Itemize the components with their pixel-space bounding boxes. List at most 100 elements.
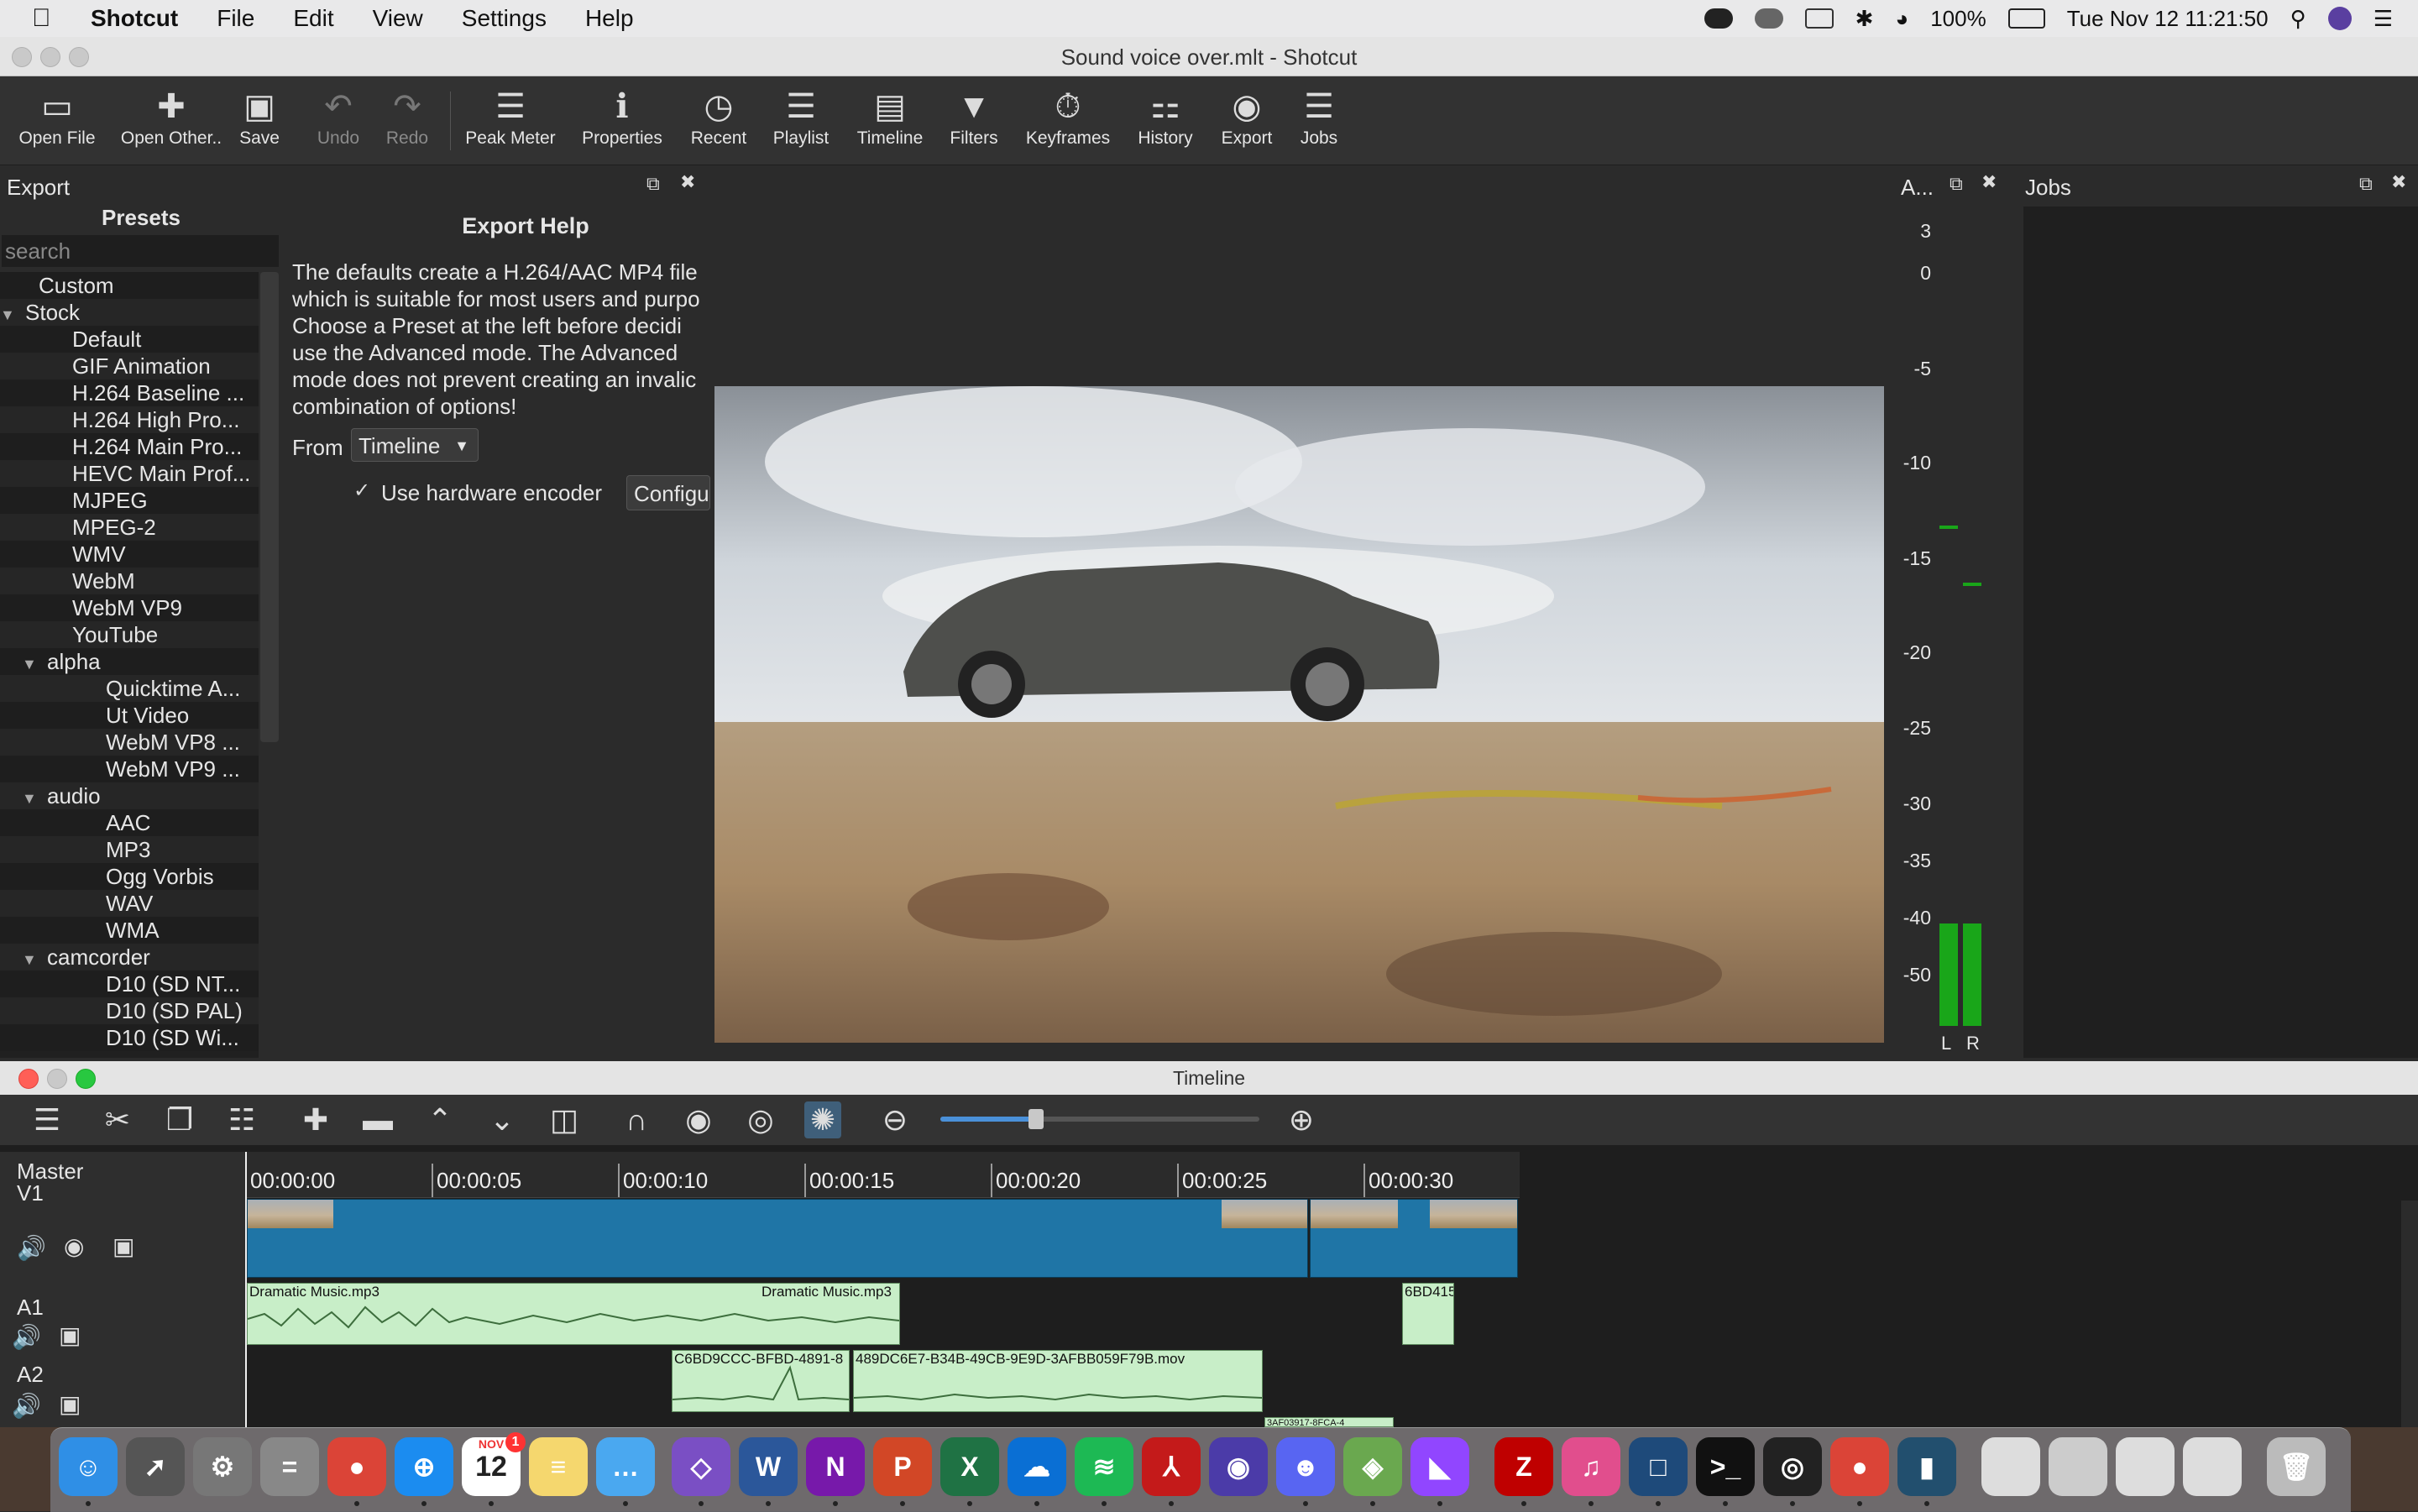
powerpoint-icon[interactable]: P xyxy=(873,1437,932,1496)
wifi-icon[interactable]: ◕ xyxy=(1895,6,1908,32)
menu-edit[interactable]: Edit xyxy=(293,5,333,32)
visual-studio-icon[interactable]: ◇ xyxy=(672,1437,730,1496)
lock-icon[interactable]: ▣ xyxy=(113,1232,134,1260)
video-preview[interactable] xyxy=(714,386,1884,1043)
menu-view[interactable]: View xyxy=(373,5,423,32)
audio-clip[interactable]: 6BD415 xyxy=(1402,1283,1454,1345)
paste-icon[interactable]: ☷ xyxy=(223,1101,260,1138)
terminal-icon[interactable]: >_ xyxy=(1696,1437,1755,1496)
excel-icon[interactable]: X xyxy=(940,1437,999,1496)
redo-button[interactable]: ↷ Redo xyxy=(379,85,435,149)
export-button[interactable]: ◉ Export xyxy=(1216,85,1278,149)
bluestacks-icon[interactable]: ◈ xyxy=(1343,1437,1402,1496)
safari-icon[interactable]: ⊕ xyxy=(395,1437,453,1496)
menu-settings[interactable]: Settings xyxy=(462,5,547,32)
apple-icon[interactable]:  xyxy=(32,4,65,33)
timeline-scrollbar[interactable] xyxy=(2401,1201,2418,1427)
preset-tree-item[interactable]: H.264 High Pro... xyxy=(0,406,259,433)
lock-icon[interactable]: ▣ xyxy=(59,1321,81,1349)
preset-tree-item[interactable]: ▼ alpha xyxy=(0,648,259,675)
preset-tree-item[interactable]: WMV xyxy=(0,541,259,568)
expand-arrow-icon[interactable]: ▼ xyxy=(22,785,37,809)
cloud-icon[interactable] xyxy=(1754,8,1783,29)
recent-button[interactable]: ◷ Recent xyxy=(685,85,752,149)
preset-tree-item[interactable]: HEVC Main Prof... xyxy=(0,460,259,487)
properties-button[interactable]: ℹ Properties xyxy=(578,85,667,149)
spotlight-search-icon[interactable]: ⚲ xyxy=(2290,6,2306,32)
audio-clip-dramatic-music[interactable]: Dramatic Music.mp3 Dramatic Music.mp3 xyxy=(247,1283,900,1345)
audio-clip[interactable]: 489DC6E7-B34B-49CB-9E9D-3AFBB059F79B.mov xyxy=(853,1350,1263,1412)
onedrive-icon[interactable]: ☁ xyxy=(1008,1437,1066,1496)
preset-tree-item[interactable]: Ut Video xyxy=(0,702,259,729)
messages-icon[interactable]: … xyxy=(596,1437,655,1496)
keyframes-button[interactable]: ⏱ Keyframes xyxy=(1021,85,1115,149)
mute-icon[interactable]: 🔊 xyxy=(17,1234,46,1262)
preset-tree-item[interactable]: Custom xyxy=(0,272,259,299)
folder-stack-icon[interactable] xyxy=(2049,1437,2107,1496)
discord-icon[interactable]: ☻ xyxy=(1276,1437,1335,1496)
timeline-button[interactable]: ▤ Timeline xyxy=(851,85,929,149)
preset-tree-item[interactable]: MPEG-2 xyxy=(0,514,259,541)
configure-button[interactable]: Configu xyxy=(626,475,710,510)
cut-icon[interactable]: ✂ xyxy=(99,1101,136,1138)
creative-cloud-icon[interactable] xyxy=(1704,8,1733,29)
preset-tree-item[interactable]: WebM VP9 xyxy=(0,594,259,621)
document-stack-icon[interactable] xyxy=(1981,1437,2040,1496)
open-file-button[interactable]: ▭ Open File xyxy=(12,85,102,149)
close-timeline-button[interactable] xyxy=(18,1069,39,1089)
menu-file[interactable]: File xyxy=(217,5,254,32)
preset-tree-item[interactable]: D10 (SD PAL) xyxy=(0,997,259,1024)
peak-meter-button[interactable]: ☰ Peak Meter xyxy=(462,85,559,149)
battery-icon[interactable] xyxy=(2007,8,2045,29)
preset-tree-item[interactable]: ▼ Stock xyxy=(0,299,259,326)
preset-tree-item[interactable]: WebM VP8 ... xyxy=(0,729,259,756)
close-panel-icon[interactable]: ✖ xyxy=(1981,171,1997,193)
acrobat-icon[interactable]: ⅄ xyxy=(1142,1437,1201,1496)
from-select[interactable]: Timeline ▼ xyxy=(351,428,479,462)
playhead[interactable] xyxy=(245,1152,247,1427)
preset-tree-item[interactable]: ▼ camcorder xyxy=(0,944,259,971)
zoom-out-icon[interactable]: ⊖ xyxy=(877,1101,913,1138)
menu-help[interactable]: Help xyxy=(585,5,634,32)
timeline-menu-icon[interactable]: ☰ xyxy=(29,1101,65,1138)
notification-center-icon[interactable]: ☰ xyxy=(2374,6,2393,32)
bluetooth-icon[interactable]: ✱ xyxy=(1855,6,1874,32)
history-button[interactable]: ⚏ History xyxy=(1130,85,1201,149)
siri-icon[interactable]: ◉ xyxy=(1209,1437,1268,1496)
ripple-icon[interactable]: ◎ xyxy=(742,1101,779,1138)
onenote-icon[interactable]: N xyxy=(806,1437,865,1496)
preset-tree-scrollbar[interactable] xyxy=(260,272,279,742)
preset-tree-item[interactable]: H.264 Baseline ... xyxy=(0,379,259,406)
preset-tree-item[interactable]: WebM xyxy=(0,568,259,594)
expand-arrow-icon[interactable]: ▼ xyxy=(0,301,15,326)
twitch-icon[interactable]: ◣ xyxy=(1410,1437,1469,1496)
preset-tree-item[interactable]: WebM VP9 ... xyxy=(0,756,259,782)
screenshots-stack-icon[interactable] xyxy=(2183,1437,2242,1496)
preset-tree-item[interactable]: WAV xyxy=(0,890,259,917)
zoom-slider-handle[interactable] xyxy=(1028,1109,1044,1129)
eye-icon[interactable]: ◉ xyxy=(64,1232,84,1260)
jobs-list[interactable] xyxy=(2023,207,2418,1058)
trash-icon[interactable]: 🗑 xyxy=(2267,1437,2326,1496)
expand-arrow-icon[interactable]: ▼ xyxy=(22,651,37,675)
lift-icon[interactable]: ⌃ xyxy=(421,1101,458,1138)
timeline-clip[interactable] xyxy=(247,1199,1308,1278)
preset-tree-item[interactable]: MJPEG xyxy=(0,487,259,514)
minimize-timeline-button[interactable] xyxy=(47,1069,67,1089)
close-panel-icon[interactable]: ✖ xyxy=(680,171,695,193)
snap-magnet-icon[interactable]: ∩ xyxy=(618,1101,655,1138)
menubar-clock[interactable]: Tue Nov 12 11:21:50 xyxy=(2067,6,2269,32)
mute-icon[interactable]: 🔊 xyxy=(12,1392,41,1420)
sourcetree-icon[interactable]: □ xyxy=(1629,1437,1688,1496)
audio-clip[interactable]: C6BD9CCC-BFBD-4891-8 xyxy=(672,1350,850,1412)
filezilla-icon[interactable]: Z xyxy=(1494,1437,1553,1496)
chrome-icon[interactable]: ● xyxy=(1830,1437,1889,1496)
preset-tree-item[interactable]: D10 (SD NT... xyxy=(0,971,259,997)
expand-arrow-icon[interactable]: ▼ xyxy=(22,946,37,971)
float-panel-icon[interactable]: ⧉ xyxy=(1950,173,1963,195)
float-panel-icon[interactable]: ⧉ xyxy=(646,173,660,195)
notes-icon[interactable]: ≡ xyxy=(529,1437,588,1496)
spotify-icon[interactable]: ≋ xyxy=(1075,1437,1133,1496)
preset-tree-item[interactable]: ▼ audio xyxy=(0,782,259,809)
preset-tree-item[interactable]: D10 (SD Wi... xyxy=(0,1024,259,1051)
